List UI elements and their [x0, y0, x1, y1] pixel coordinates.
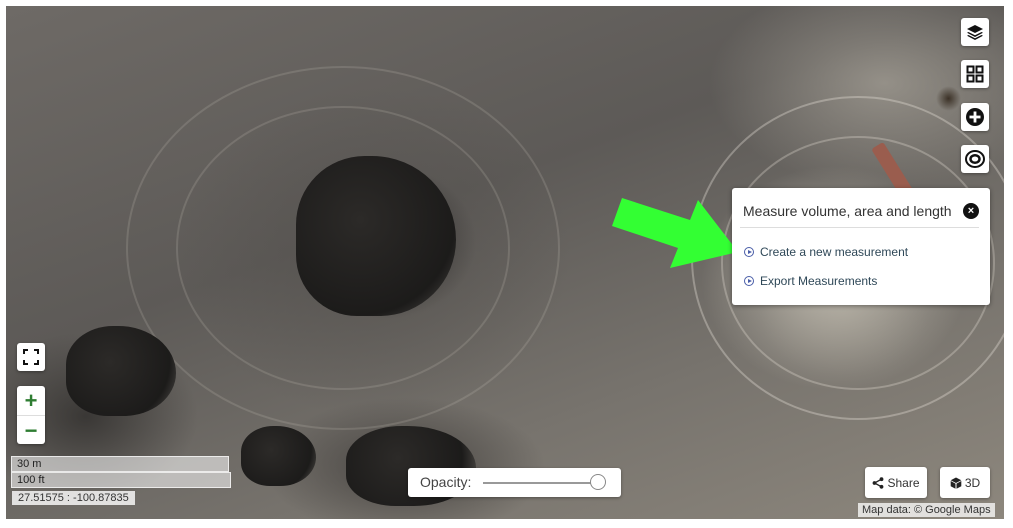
- grid-icon: [966, 65, 984, 83]
- fullscreen-button[interactable]: [17, 343, 45, 371]
- divider: [740, 227, 979, 228]
- material-stockpile: [66, 326, 176, 416]
- layers-icon: [967, 25, 983, 40]
- plus-circle-icon: [966, 108, 984, 126]
- measure-panel: Measure volume, area and length × Create…: [732, 188, 990, 305]
- create-measurement-link[interactable]: Create a new measurement: [744, 245, 908, 259]
- export-measurements-label: Export Measurements: [760, 274, 878, 288]
- export-measurements-link[interactable]: Export Measurements: [744, 274, 877, 288]
- ring-icon: [965, 150, 985, 168]
- opacity-control: Opacity:: [408, 468, 621, 497]
- play-circle-icon: [744, 247, 754, 257]
- opacity-slider-track[interactable]: [483, 482, 601, 484]
- fullscreen-icon: [23, 349, 39, 365]
- create-measurement-label: Create a new measurement: [760, 245, 909, 259]
- scale-bar-metric: 30 m: [11, 456, 229, 472]
- zoom-out-button[interactable]: −: [17, 415, 45, 445]
- zoom-in-button[interactable]: +: [17, 386, 45, 415]
- panel-title: Measure volume, area and length: [743, 203, 952, 219]
- grid-view-button[interactable]: [961, 60, 989, 88]
- opacity-slider-handle[interactable]: [590, 474, 606, 490]
- map-attribution: Map data: © Google Maps: [858, 503, 995, 517]
- share-label: Share: [887, 475, 920, 490]
- layers-button[interactable]: [961, 18, 989, 46]
- share-icon: [873, 476, 884, 489]
- play-circle-icon: [744, 276, 754, 286]
- close-icon[interactable]: ×: [963, 203, 979, 219]
- measure-tool-button[interactable]: [961, 103, 989, 131]
- material-stockpile: [241, 426, 316, 486]
- opacity-label: Opacity:: [420, 474, 472, 490]
- 3d-view-button[interactable]: 3D: [940, 467, 990, 498]
- annotation-arrow-icon: [612, 198, 738, 268]
- overlay-button[interactable]: [961, 145, 989, 173]
- zoom-control: + −: [17, 386, 45, 444]
- 3d-label: 3D: [964, 475, 981, 490]
- cube-icon: [950, 477, 962, 489]
- vegetation: [936, 86, 961, 111]
- coordinates-readout: 27.51575 : -100.87835: [12, 491, 135, 505]
- share-button[interactable]: Share: [865, 467, 927, 498]
- scale-bar-imperial: 100 ft: [11, 472, 231, 488]
